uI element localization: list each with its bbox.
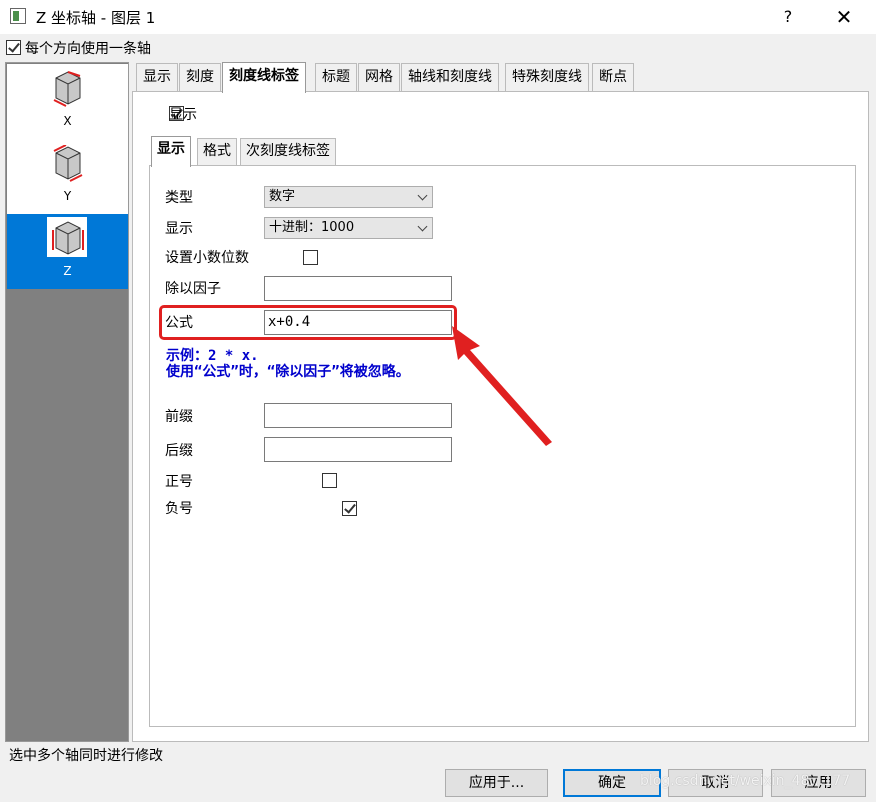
set-decimal-checkbox[interactable]	[302, 250, 318, 265]
tab-special-ticks[interactable]: 特殊刻度线	[505, 63, 589, 91]
one-axis-per-direction-label: 每个方向使用一条轴	[25, 41, 151, 57]
formula-note-hint: 使用“公式”时，“除以因子”将被忽略。	[166, 364, 410, 380]
axis-item-y[interactable]: Y	[7, 139, 128, 214]
close-button[interactable]: ✕	[816, 4, 872, 30]
app-icon	[10, 8, 26, 24]
arrow-annotation-icon	[452, 326, 552, 446]
one-axis-per-direction-checkbox[interactable]	[6, 40, 21, 55]
divide-factor-label: 除以因子	[165, 281, 221, 297]
axis-item-label: Y	[63, 189, 72, 203]
prefix-input[interactable]	[264, 403, 452, 428]
tab-inner-display[interactable]: 显示	[151, 136, 191, 167]
display-select[interactable]: 十进制：1000	[264, 217, 433, 239]
cube-icon	[52, 221, 84, 255]
highlight-annotation	[159, 305, 457, 340]
cube-icon	[53, 145, 83, 182]
tab-line-and-ticks[interactable]: 轴线和刻度线	[401, 63, 499, 91]
axis-item-label: Z	[63, 264, 72, 278]
tab-scale[interactable]: 刻度	[179, 63, 221, 91]
axis-list: X Y Z	[5, 62, 129, 742]
minus-sign-label: 负号	[165, 501, 193, 517]
tab-tick-labels[interactable]: 刻度线标签	[222, 62, 306, 93]
tab-title[interactable]: 标题	[315, 63, 357, 91]
tab-inner-minor-labels[interactable]: 次刻度线标签	[240, 138, 336, 165]
tab-breaks[interactable]: 断点	[592, 63, 634, 91]
display-label: 显示	[165, 221, 193, 237]
type-label: 类型	[165, 190, 193, 206]
suffix-label: 后缀	[165, 443, 193, 459]
type-select-value: 数字	[269, 189, 296, 204]
show-label: 显示	[169, 107, 197, 123]
set-decimal-label: 设置小数位数	[165, 250, 249, 266]
tab-display[interactable]: 显示	[136, 63, 178, 91]
axis-item-z[interactable]: Z	[7, 214, 128, 289]
suffix-input[interactable]	[264, 437, 452, 462]
prefix-label: 前缀	[165, 409, 193, 425]
plus-sign-label: 正号	[165, 474, 193, 490]
watermark: blog.csdn.net/weixin_48…177	[640, 773, 851, 789]
chevron-down-icon	[417, 221, 428, 232]
apply-to-button[interactable]: 应用于...	[445, 769, 548, 797]
status-text: 选中多个轴同时进行修改	[9, 748, 163, 764]
divide-factor-input[interactable]	[264, 276, 452, 301]
minus-sign-checkbox[interactable]	[341, 501, 357, 516]
plus-sign-checkbox[interactable]	[322, 473, 338, 488]
type-select[interactable]: 数字	[264, 186, 433, 208]
display-select-value: 十进制：1000	[269, 220, 355, 235]
axis-item-x[interactable]: X	[7, 64, 128, 139]
tab-inner-format[interactable]: 格式	[197, 138, 237, 165]
help-button[interactable]: ?	[760, 4, 816, 30]
window-title: Z 坐标轴 - 图层 1	[36, 9, 156, 27]
tab-grid[interactable]: 网格	[358, 63, 400, 91]
chevron-down-icon	[417, 190, 428, 201]
cube-icon	[53, 71, 81, 107]
axis-item-label: X	[63, 114, 72, 128]
